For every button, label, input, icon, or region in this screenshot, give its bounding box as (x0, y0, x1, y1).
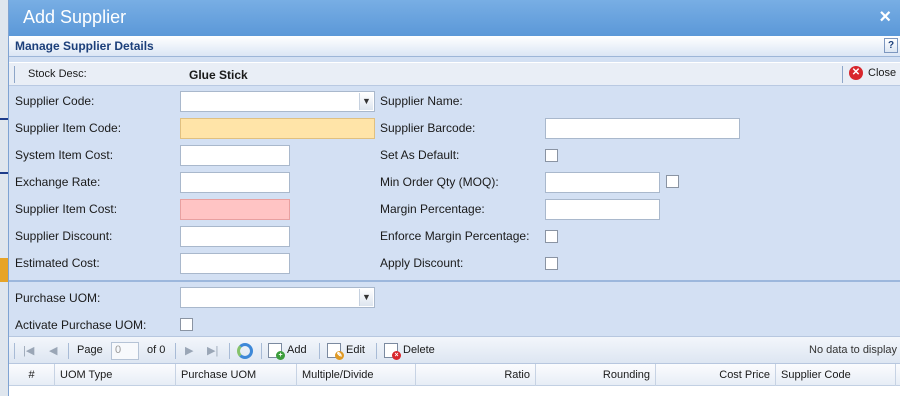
column-header-ratio[interactable]: Ratio (416, 364, 536, 386)
purchase-uom-label: Purchase UOM: (15, 291, 101, 305)
stock-desc-label: Stock Desc: (28, 68, 87, 80)
toolbar-separator (229, 343, 230, 359)
moq-field[interactable] (545, 172, 660, 193)
system-item-cost-label: System Item Cost: (15, 148, 114, 162)
first-page-icon[interactable]: |◀ (23, 344, 34, 357)
column-header-supplier-code[interactable]: Supplier Code (776, 364, 896, 386)
add-document-icon: + (268, 343, 285, 360)
toolbar-separator (14, 66, 15, 83)
panel-title: Manage Supplier Details (15, 39, 154, 53)
refresh-icon[interactable] (237, 343, 253, 359)
activate-purchase-uom-label: Activate Purchase UOM: (15, 318, 147, 332)
margin-percentage-field[interactable] (545, 199, 660, 220)
close-icon[interactable]: × (879, 6, 891, 29)
dialog-titlebar: Add Supplier × (9, 0, 900, 36)
supplier-item-cost-field[interactable] (180, 199, 290, 220)
next-page-icon[interactable]: ▶ (185, 344, 193, 357)
help-icon[interactable]: ? (884, 38, 898, 53)
column-header-index[interactable]: # (9, 364, 55, 386)
exchange-rate-field[interactable] (180, 172, 290, 193)
toolbar-separator (14, 343, 15, 359)
column-header-cost-price[interactable]: Cost Price (656, 364, 776, 386)
supplier-item-cost-label: Supplier Item Cost: (15, 202, 118, 216)
supplier-discount-label: Supplier Discount: (15, 229, 113, 243)
supplier-code-select[interactable]: ▼ (180, 91, 375, 112)
last-page-icon[interactable]: ▶| (207, 344, 218, 357)
supplier-code-label: Supplier Code: (15, 94, 95, 108)
estimated-cost-field[interactable] (180, 253, 290, 274)
column-header-uom-type[interactable]: UOM Type (55, 364, 176, 386)
toolbar-separator (842, 66, 843, 83)
grid-body (9, 386, 900, 396)
supplier-item-code-field[interactable] (180, 118, 375, 139)
delete-button[interactable]: × Delete (384, 341, 444, 361)
toolbar-separator (68, 343, 69, 359)
stock-desc-value: Glue Stick (189, 68, 248, 82)
edit-button-label: Edit (346, 344, 365, 356)
edit-document-icon: ✎ (327, 343, 344, 360)
toolbar-separator (261, 343, 262, 359)
activate-purchase-uom-checkbox[interactable] (180, 318, 193, 331)
set-as-default-label: Set As Default: (380, 148, 460, 162)
supplier-barcode-label: Supplier Barcode: (380, 121, 476, 135)
enforce-margin-label: Enforce Margin Percentage: (380, 229, 530, 243)
supplier-barcode-field[interactable] (545, 118, 740, 139)
close-button-label: Close (868, 67, 897, 79)
chevron-down-icon: ▼ (359, 93, 373, 110)
stock-desc-bar: Stock Desc: Glue Stick ✕ Close (9, 62, 900, 86)
grid-paging-toolbar: |◀ ◀ Page 0 of 0 ▶ ▶| + Add ✎ Edit × Del… (9, 336, 900, 364)
system-item-cost-field[interactable] (180, 145, 290, 166)
add-supplier-dialog: Add Supplier × Manage Supplier Details ?… (8, 0, 900, 396)
toolbar-separator (319, 343, 320, 359)
purchase-uom-select[interactable]: ▼ (180, 287, 375, 308)
panel-header: Manage Supplier Details ? (9, 36, 900, 57)
add-button-label: Add (287, 344, 307, 356)
toolbar-separator (376, 343, 377, 359)
page-count-label: of 0 (147, 344, 166, 356)
apply-discount-checkbox[interactable] (545, 257, 558, 270)
grid-status-text: No data to display (809, 344, 898, 356)
edit-button[interactable]: ✎ Edit (327, 341, 369, 361)
grid-header: # UOM Type Purchase UOM Multiple/Divide … (9, 364, 900, 386)
supplier-name-label: Supplier Name: (380, 94, 463, 108)
moq-checkbox[interactable] (666, 175, 679, 188)
chevron-down-icon: ▼ (359, 289, 373, 306)
margin-percentage-label: Margin Percentage: (380, 202, 485, 216)
delete-button-label: Delete (403, 344, 435, 356)
close-circle-icon: ✕ (849, 66, 863, 80)
column-header-multiple-divide[interactable]: Multiple/Divide (297, 364, 416, 386)
moq-label: Min Order Qty (MOQ): (380, 175, 499, 189)
supplier-item-code-label: Supplier Item Code: (15, 121, 122, 135)
section-divider (9, 280, 900, 282)
apply-discount-label: Apply Discount: (380, 256, 464, 270)
supplier-discount-field[interactable] (180, 226, 290, 247)
estimated-cost-label: Estimated Cost: (15, 256, 100, 270)
toolbar-separator (175, 343, 176, 359)
delete-document-icon: × (384, 343, 401, 360)
set-as-default-checkbox[interactable] (545, 149, 558, 162)
add-button[interactable]: + Add (268, 341, 313, 361)
enforce-margin-checkbox[interactable] (545, 230, 558, 243)
prev-page-icon[interactable]: ◀ (49, 344, 57, 357)
page-number-input[interactable]: 0 (111, 342, 139, 360)
column-header-rounding[interactable]: Rounding (536, 364, 656, 386)
column-header-purchase-uom[interactable]: Purchase UOM (176, 364, 297, 386)
page-label: Page (77, 344, 103, 356)
dialog-title: Add Supplier (23, 7, 127, 27)
exchange-rate-label: Exchange Rate: (15, 175, 101, 189)
